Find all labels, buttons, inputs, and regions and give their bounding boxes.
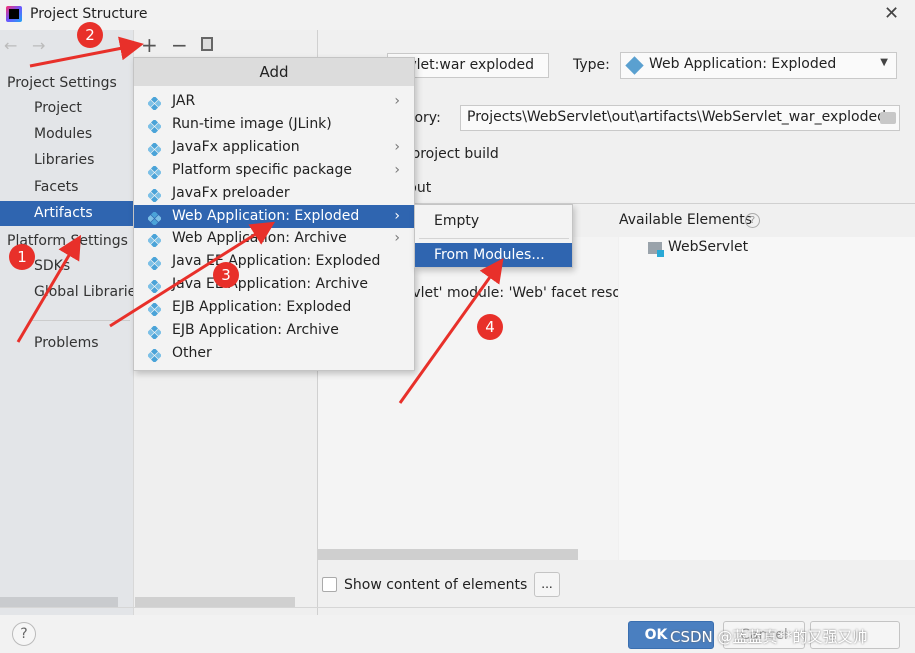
annotation-badge-2: 2 [77, 22, 103, 48]
arrow-3 [109, 221, 276, 328]
annotation-badge-1: 1 [9, 244, 35, 270]
arrow-2 [29, 36, 144, 68]
annotation-badge-3: 3 [213, 262, 239, 288]
annotation-badge-4: 4 [477, 314, 503, 340]
annotation-arrows [16, 36, 504, 404]
